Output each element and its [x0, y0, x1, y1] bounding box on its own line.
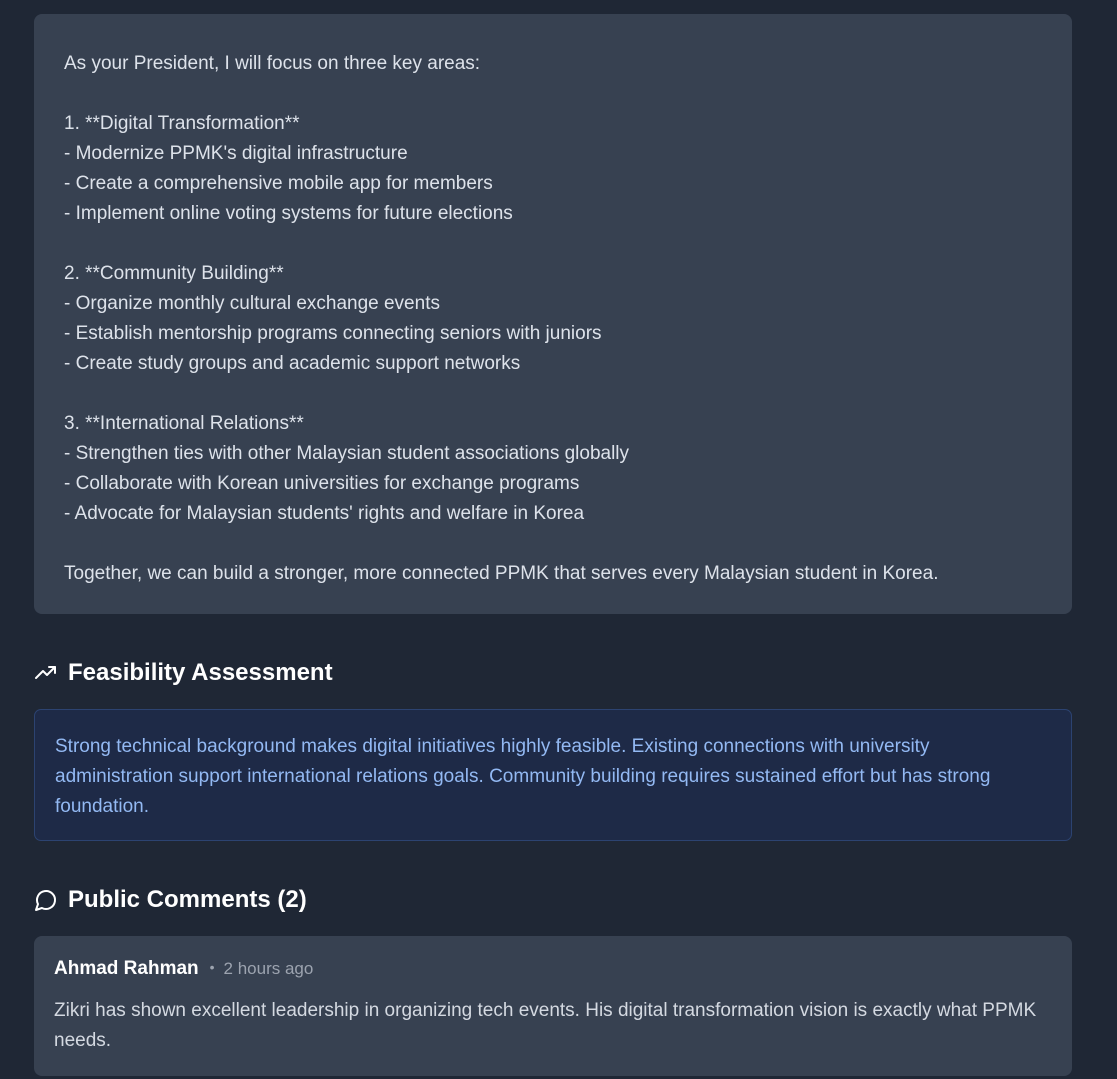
feasibility-assessment-box: Strong technical background makes digita…	[34, 709, 1072, 841]
comment-separator: •	[209, 959, 215, 975]
manifesto-card: As your President, I will focus on three…	[34, 14, 1072, 614]
feasibility-title: Feasibility Assessment	[68, 659, 333, 686]
feasibility-heading: Feasibility Assessment	[34, 656, 333, 690]
comment-card: Ahmad Rahman • 2 hours ago Zikri has sho…	[34, 936, 1072, 1076]
comment-meta: Ahmad Rahman • 2 hours ago	[54, 958, 1052, 986]
comments-title: Public Comments (2)	[68, 886, 307, 913]
candidate-detail-page: As your President, I will focus on three…	[0, 0, 1117, 1079]
comment-text: Zikri has shown excellent leadership in …	[54, 1000, 1037, 1051]
comment-author: Ahmad Rahman	[54, 958, 199, 979]
comments-heading: Public Comments (2)	[34, 883, 307, 917]
trending-up-icon	[34, 661, 58, 685]
comment-timestamp: 2 hours ago	[223, 959, 314, 978]
message-circle-icon	[34, 888, 58, 912]
manifesto-text: As your President, I will focus on three…	[64, 53, 939, 584]
feasibility-text: Strong technical background makes digita…	[55, 736, 991, 817]
